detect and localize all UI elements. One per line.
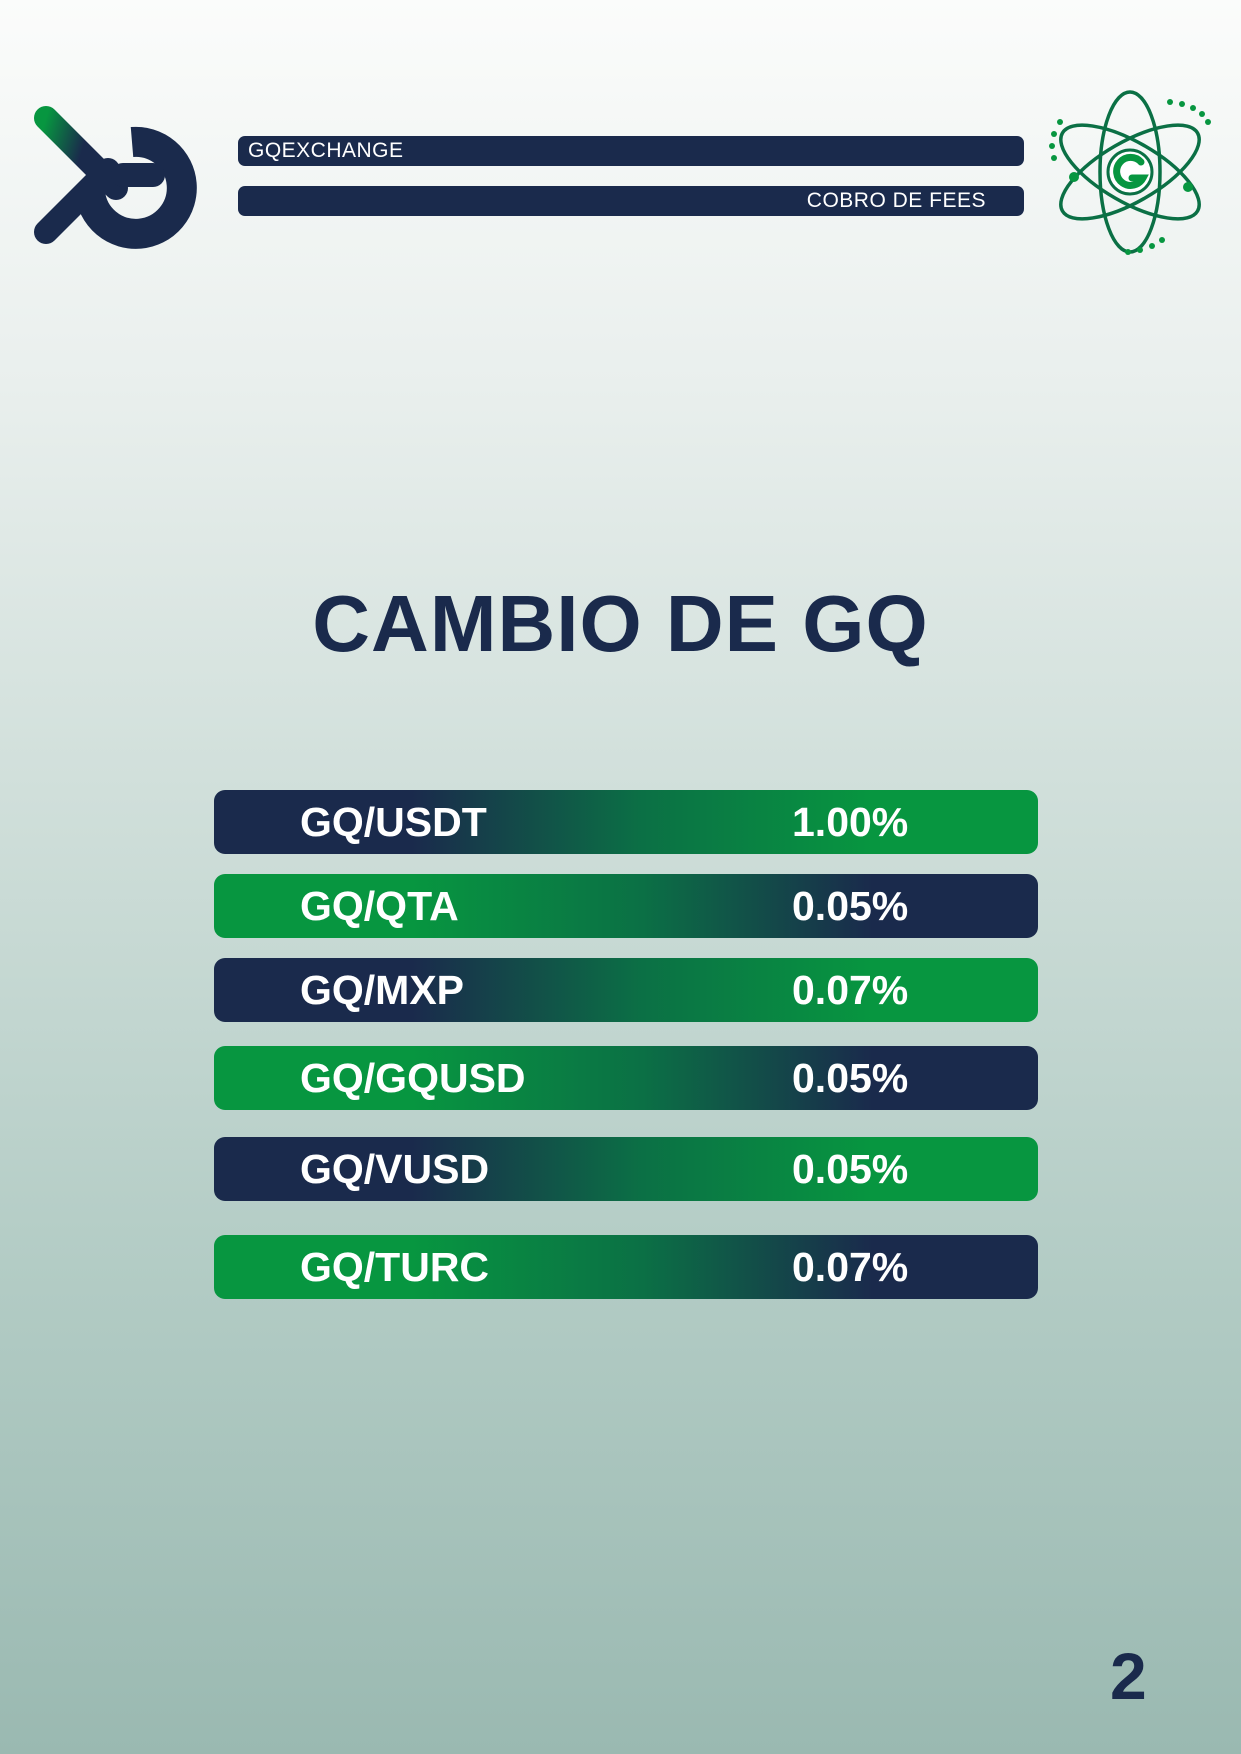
page-number: 2 — [1110, 1639, 1147, 1713]
fee-value: 0.07% — [792, 967, 909, 1013]
fee-row: GQ/GQUSD 0.05% — [214, 1046, 1038, 1110]
section-label: COBRO DE FEES — [806, 189, 986, 212]
fee-value: 0.05% — [792, 1055, 909, 1101]
fee-pair: GQ/QTA — [300, 883, 459, 929]
fee-value: 0.07% — [792, 1244, 909, 1290]
fee-value: 0.05% — [792, 883, 909, 929]
fee-pair: GQ/USDT — [300, 799, 487, 845]
gq-atom-logo-icon — [1049, 90, 1211, 255]
fee-pair: GQ/VUSD — [300, 1146, 490, 1192]
fee-pair: GQ/GQUSD — [300, 1055, 526, 1101]
fee-value: 1.00% — [792, 799, 909, 845]
fee-row: GQ/MXP 0.07% — [214, 958, 1038, 1022]
fee-row: GQ/QTA 0.05% — [214, 874, 1038, 938]
fee-pair: GQ/MXP — [300, 967, 465, 1013]
document-page: GQEXCHANGE COBRO DE FEES CAMBIO DE GQ GQ… — [0, 0, 1241, 1754]
fee-row: GQ/VUSD 0.05% — [214, 1137, 1038, 1201]
fee-pair: GQ/TURC — [300, 1244, 490, 1290]
fee-value: 0.05% — [792, 1146, 909, 1192]
gq-logo-icon — [34, 106, 197, 249]
brand-label: GQEXCHANGE — [248, 139, 404, 162]
fee-row: GQ/TURC 0.07% — [214, 1235, 1038, 1299]
header-bar-brand: GQEXCHANGE — [238, 136, 1024, 166]
header-bar-section: COBRO DE FEES — [238, 186, 1024, 216]
fee-row: GQ/USDT 1.00% — [214, 790, 1038, 854]
page-title: CAMBIO DE GQ — [312, 579, 929, 668]
